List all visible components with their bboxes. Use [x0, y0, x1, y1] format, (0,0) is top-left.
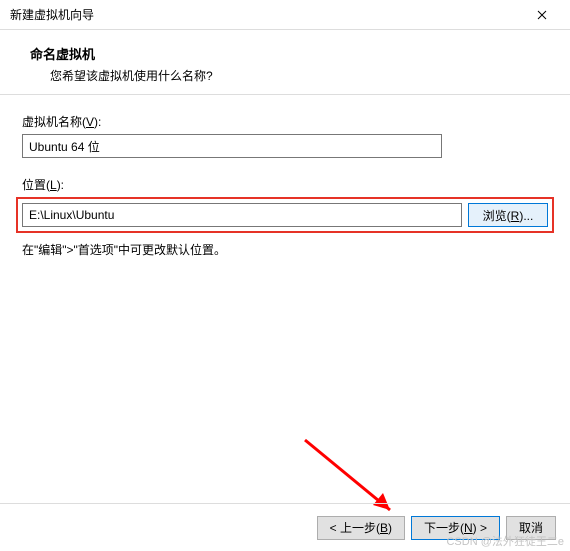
wizard-header: 命名虚拟机 您希望该虚拟机使用什么名称?	[0, 30, 570, 95]
titlebar: 新建虚拟机向导	[0, 0, 570, 30]
window-title: 新建虚拟机向导	[10, 6, 94, 23]
location-input[interactable]	[22, 203, 462, 227]
watermark: CSDN @法外狂徒王二e	[446, 533, 564, 549]
location-label: 位置(L):	[22, 176, 548, 193]
wizard-content: 虚拟机名称(V): 位置(L): 浏览(R)... 在"编辑">"首选项"中可更…	[0, 95, 570, 258]
back-button[interactable]: < 上一步(B)	[317, 516, 405, 540]
page-title: 命名虚拟机	[30, 44, 560, 63]
close-button[interactable]	[522, 1, 562, 29]
location-hint: 在"编辑">"首选项"中可更改默认位置。	[22, 241, 548, 258]
location-highlight-box: 浏览(R)...	[16, 197, 554, 233]
close-icon	[537, 10, 547, 20]
page-subtitle: 您希望该虚拟机使用什么名称?	[30, 67, 560, 84]
vm-name-label: 虚拟机名称(V):	[22, 113, 548, 130]
vm-name-input[interactable]	[22, 134, 442, 158]
browse-button[interactable]: 浏览(R)...	[468, 203, 548, 227]
